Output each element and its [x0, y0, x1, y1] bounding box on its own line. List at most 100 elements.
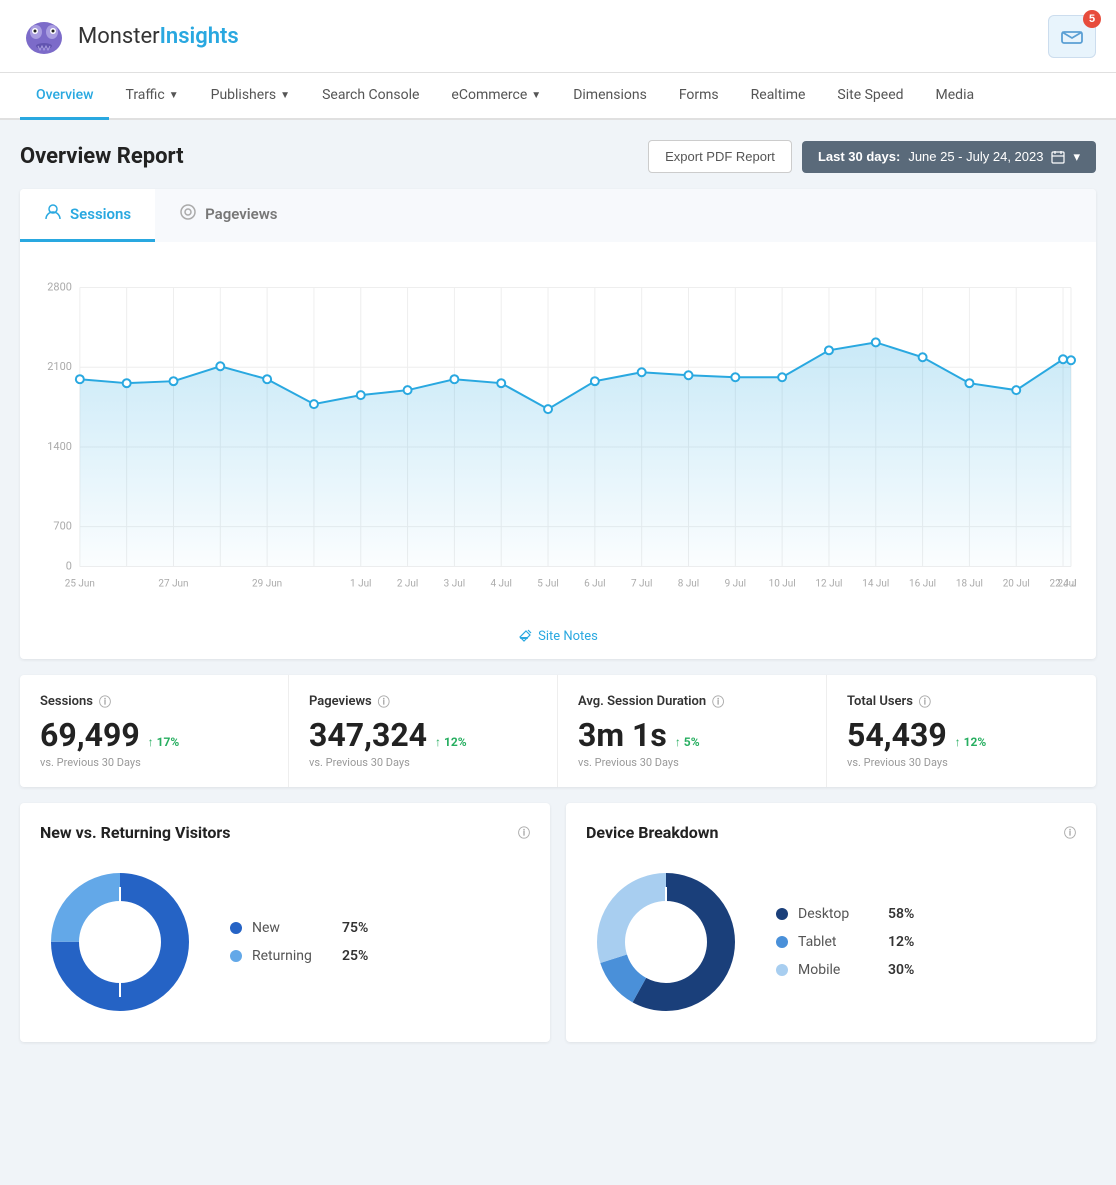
svg-text:9 Jul: 9 Jul	[725, 578, 746, 589]
svg-text:24 Jul: 24 Jul	[1057, 578, 1076, 589]
nav-item-ecommerce[interactable]: eCommerce ▼	[435, 73, 557, 120]
sessions-tab-label: Sessions	[70, 205, 131, 223]
device-breakdown-chart-section: Desktop 58% Tablet 12% Mobile 30%	[586, 862, 1076, 1022]
stat-pageviews: Pageviews ⓘ 347,324 ↑ 12% vs. Previous 3…	[289, 675, 558, 787]
logo-text: MonsterInsights	[78, 24, 239, 49]
svg-text:4 Jul: 4 Jul	[490, 578, 511, 589]
pageviews-vs: vs. Previous 30 Days	[309, 756, 537, 769]
chart-svg-container: 2800 2100 1400 700 0	[40, 262, 1076, 606]
svg-text:14 Jul: 14 Jul	[862, 578, 889, 589]
site-notes-link[interactable]: Site Notes	[518, 629, 598, 644]
tablet-value: 12%	[888, 934, 914, 950]
legend-mobile: Mobile 30%	[776, 962, 914, 978]
svg-text:27 Jun: 27 Jun	[158, 578, 188, 589]
ecommerce-chevron: ▼	[531, 90, 541, 101]
main-content: Overview Report Export PDF Report Last 3…	[0, 120, 1116, 1062]
svg-text:0: 0	[66, 559, 72, 572]
svg-text:3 Jul: 3 Jul	[444, 578, 465, 589]
monster-icon	[20, 12, 68, 60]
nav-item-overview[interactable]: Overview	[20, 73, 109, 120]
new-vs-returning-donut	[40, 862, 200, 1022]
svg-text:12 Jul: 12 Jul	[815, 578, 842, 589]
device-info-icon[interactable]: ⓘ	[1064, 824, 1076, 841]
svg-text:16 Jul: 16 Jul	[909, 578, 936, 589]
avg-session-info-icon[interactable]: ⓘ	[712, 693, 724, 710]
total-users-change: ↑ 12%	[955, 735, 987, 749]
stat-total-users-value: 54,439 ↑ 12%	[847, 716, 1076, 754]
notification-badge: 5	[1083, 10, 1101, 28]
desktop-value: 58%	[888, 906, 914, 922]
nav-item-traffic[interactable]: Traffic ▼	[109, 73, 194, 120]
svg-text:1400: 1400	[47, 440, 72, 453]
publishers-chevron: ▼	[280, 90, 290, 101]
device-breakdown-legend: Desktop 58% Tablet 12% Mobile 30%	[776, 906, 914, 978]
returning-dot	[230, 950, 242, 962]
main-nav: Overview Traffic ▼ Publishers ▼ Search C…	[0, 73, 1116, 120]
site-notes-label: Site Notes	[538, 629, 598, 644]
nav-item-media[interactable]: Media	[920, 73, 991, 120]
device-breakdown-donut	[586, 862, 746, 1022]
new-vs-returning-legend: New 75% Returning 25%	[230, 920, 368, 964]
new-value: 75%	[342, 920, 368, 936]
stat-avg-session: Avg. Session Duration ⓘ 3m 1s ↑ 5% vs. P…	[558, 675, 827, 787]
nav-item-site-speed[interactable]: Site Speed	[821, 73, 919, 120]
svg-text:8 Jul: 8 Jul	[678, 578, 699, 589]
chart-card: Sessions Pageviews 2800 2100 1400 700 0	[20, 189, 1096, 659]
pageviews-tab-label: Pageviews	[205, 205, 277, 223]
report-actions: Export PDF Report Last 30 days: June 25 …	[648, 140, 1096, 173]
desktop-dot	[776, 908, 788, 920]
stat-total-users-label: Total Users ⓘ	[847, 693, 1076, 710]
export-pdf-button[interactable]: Export PDF Report	[648, 140, 792, 173]
new-vs-returning-chart-section: New 75% Returning 25%	[40, 862, 530, 1022]
sessions-info-icon[interactable]: ⓘ	[99, 693, 111, 710]
stat-sessions-label: Sessions ⓘ	[40, 693, 268, 710]
report-header: Overview Report Export PDF Report Last 3…	[20, 140, 1096, 173]
svg-text:2100: 2100	[47, 360, 72, 373]
svg-text:18 Jul: 18 Jul	[956, 578, 983, 589]
stats-grid: Sessions ⓘ 69,499 ↑ 17% vs. Previous 30 …	[20, 675, 1096, 787]
nav-item-forms[interactable]: Forms	[663, 73, 735, 120]
svg-text:29 Jun: 29 Jun	[252, 578, 282, 589]
chart-body: 2800 2100 1400 700 0	[20, 242, 1096, 616]
header: MonsterInsights 5	[0, 0, 1116, 73]
sessions-change: ↑ 17%	[148, 735, 180, 749]
mobile-value: 30%	[888, 962, 914, 978]
tab-sessions[interactable]: Sessions	[20, 189, 155, 242]
total-users-info-icon[interactable]: ⓘ	[919, 693, 931, 710]
svg-text:2800: 2800	[47, 281, 72, 294]
avg-session-vs: vs. Previous 30 Days	[578, 756, 806, 769]
notification-button[interactable]: 5	[1048, 15, 1096, 58]
svg-text:700: 700	[53, 520, 71, 533]
site-notes: Site Notes	[20, 616, 1096, 659]
legend-desktop: Desktop 58%	[776, 906, 914, 922]
sessions-tab-icon	[44, 203, 62, 225]
nav-item-dimensions[interactable]: Dimensions	[557, 73, 663, 120]
stat-sessions-value: 69,499 ↑ 17%	[40, 716, 268, 754]
svg-text:25 Jun: 25 Jun	[65, 578, 95, 589]
stat-pageviews-label: Pageviews ⓘ	[309, 693, 537, 710]
date-range-button[interactable]: Last 30 days: June 25 - July 24, 2023 ▾	[802, 141, 1096, 173]
returning-label: Returning	[252, 948, 332, 964]
nav-item-realtime[interactable]: Realtime	[735, 73, 822, 120]
date-range: June 25 - July 24, 2023	[908, 149, 1043, 164]
sessions-vs: vs. Previous 30 Days	[40, 756, 268, 769]
new-dot	[230, 922, 242, 934]
desktop-label: Desktop	[798, 906, 878, 922]
nav-item-publishers[interactable]: Publishers ▼	[195, 73, 306, 120]
returning-value: 25%	[342, 948, 368, 964]
svg-text:2 Jul: 2 Jul	[397, 578, 418, 589]
mobile-dot	[776, 964, 788, 976]
traffic-chevron: ▼	[169, 90, 179, 101]
stat-avg-session-value: 3m 1s ↑ 5%	[578, 716, 806, 754]
pageviews-change: ↑ 12%	[435, 735, 467, 749]
inbox-icon	[1061, 24, 1083, 44]
pageviews-info-icon[interactable]: ⓘ	[378, 693, 390, 710]
total-users-vs: vs. Previous 30 Days	[847, 756, 1076, 769]
tab-pageviews[interactable]: Pageviews	[155, 189, 1096, 242]
pageviews-tab-icon	[179, 203, 197, 225]
svg-text:10 Jul: 10 Jul	[769, 578, 796, 589]
nav-item-search-console[interactable]: Search Console	[306, 73, 435, 120]
tablet-dot	[776, 936, 788, 948]
avg-session-change: ↑ 5%	[675, 735, 700, 749]
nvr-info-icon[interactable]: ⓘ	[518, 824, 530, 841]
